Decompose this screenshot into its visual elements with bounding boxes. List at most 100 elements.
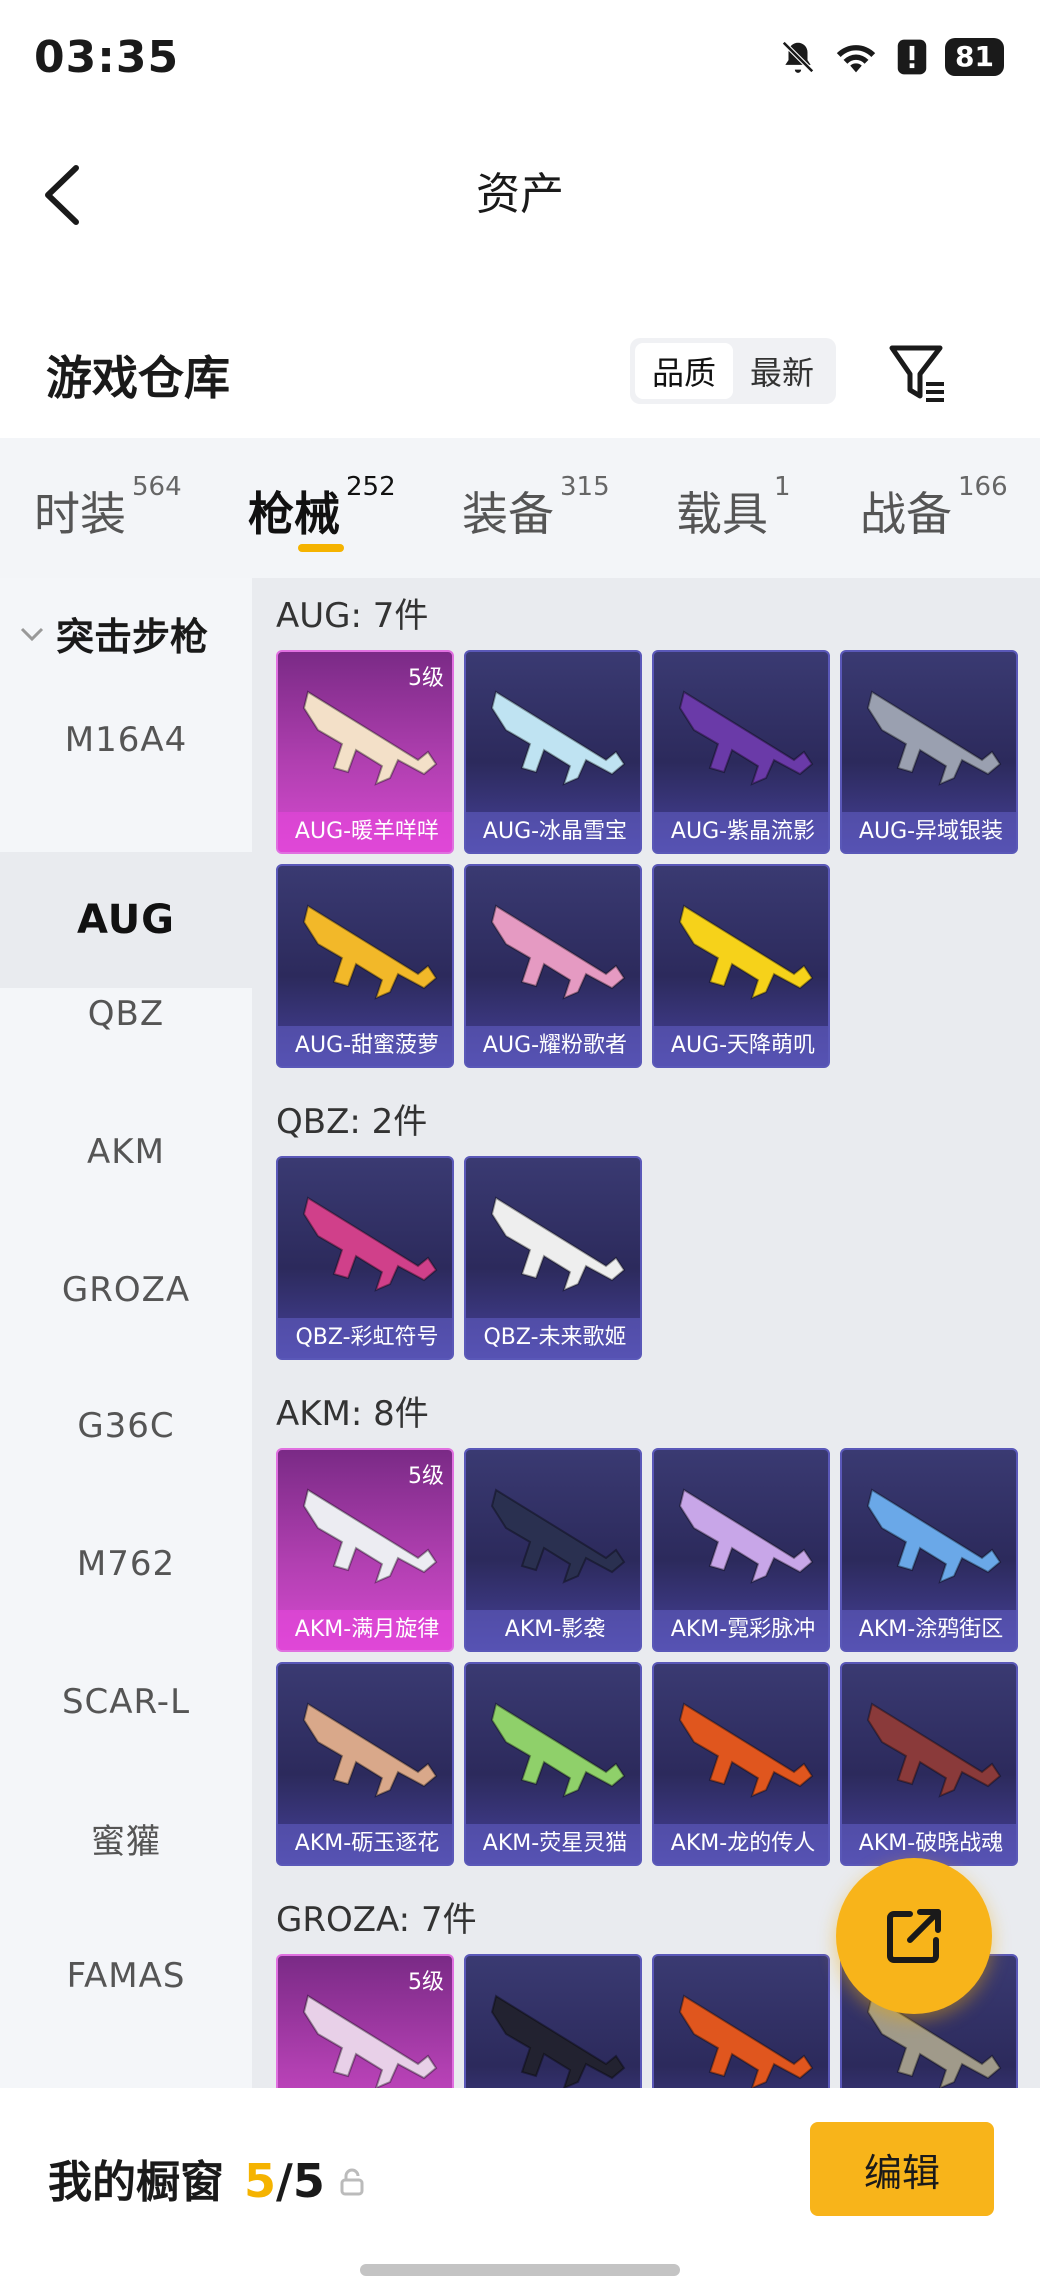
tab-label: 装备 — [462, 487, 554, 541]
sidebar-item-honey-badger[interactable]: 蜜獾 — [0, 1770, 252, 1906]
wifi-icon — [836, 45, 876, 73]
sort-quality-button[interactable]: 品质 — [635, 343, 733, 399]
share-fab-button[interactable] — [836, 1858, 992, 2014]
mute-bell-icon — [782, 41, 814, 73]
lock-icon — [340, 2168, 364, 2196]
filter-icon[interactable] — [888, 340, 948, 404]
weapon-name: AKM-满月旋律 — [278, 1610, 452, 1650]
weapon-name: AKM-龙的传人 — [654, 1824, 828, 1864]
rifle-icon — [302, 904, 438, 1000]
rifle-icon — [490, 904, 626, 1000]
rifle-icon — [490, 1702, 626, 1798]
battery-indicator: 81 — [945, 38, 1004, 76]
category-tabs: 时装 564 枪械 252 装备 315 载具 1 战备 166 — [0, 438, 1040, 578]
weapon-card[interactable]: AKM-涂鸦街区 — [840, 1448, 1018, 1652]
weapon-card[interactable]: 5级 — [276, 1954, 454, 2088]
tab-vehicles[interactable]: 载具 1 — [676, 472, 791, 544]
weapon-sidebar: 突击步枪 M16A4 AUG QBZ AKM GROZA G36C M762 S… — [0, 578, 252, 2088]
rifle-icon — [866, 690, 1002, 786]
rifle-icon — [678, 1488, 814, 1584]
tab-fashion[interactable]: 时装 564 — [34, 472, 182, 544]
rifle-icon — [866, 1488, 1002, 1584]
weapon-card[interactable]: QBZ-未来歌姬 — [464, 1156, 642, 1360]
weapon-name: AUG-耀粉歌者 — [466, 1026, 640, 1066]
weapon-name: AUG-冰晶雪宝 — [466, 812, 640, 852]
page-title: 资产 — [476, 169, 564, 220]
showcase-title: 我的橱窗 — [48, 2157, 224, 2208]
sidebar-item-groza[interactable]: GROZA — [0, 1222, 252, 1358]
tab-supplies[interactable]: 战备 166 — [860, 472, 1008, 544]
sidebar-item-m762[interactable]: M762 — [0, 1496, 252, 1632]
sidebar-category-label: 突击步枪 — [56, 615, 209, 659]
weapon-name: AUG-天降萌叽 — [654, 1026, 828, 1066]
tab-label: 载具 — [676, 487, 768, 541]
rifle-icon — [490, 1488, 626, 1584]
weapon-card[interactable]: AUG-甜蜜菠萝 — [276, 864, 454, 1068]
group-title: GROZA: 7件 — [276, 1900, 477, 1940]
weapon-card[interactable]: AKM-霓彩脉冲 — [652, 1448, 830, 1652]
share-icon — [887, 1909, 941, 1963]
sidebar-item-scar-l[interactable]: SCAR-L — [0, 1634, 252, 1770]
sort-toggle: 品质 最新 — [630, 338, 836, 404]
weapon-name: AUG-异域银装 — [842, 812, 1016, 852]
rifle-icon — [490, 1994, 626, 2088]
weapon-card[interactable]: AUG-天降萌叽 — [652, 864, 830, 1068]
active-tab-indicator — [298, 544, 344, 552]
weapon-name: AKM-破晓战魂 — [842, 1824, 1016, 1864]
rifle-icon — [678, 1994, 814, 2088]
sidebar-item-akm[interactable]: AKM — [0, 1084, 252, 1220]
weapon-card[interactable]: QBZ-彩虹符号 — [276, 1156, 454, 1360]
status-bar: 03:35 81 — [0, 0, 1040, 120]
weapon-name: QBZ-未来歌姬 — [466, 1318, 640, 1358]
weapon-card[interactable]: AUG-紫晶流影 — [652, 650, 830, 854]
home-indicator[interactable] — [360, 2264, 680, 2276]
weapon-card[interactable]: 5级 AKM-满月旋律 — [276, 1448, 454, 1652]
sort-newest-button[interactable]: 最新 — [733, 343, 831, 399]
level-badge: 5级 — [408, 1970, 444, 1995]
tab-equipment[interactable]: 装备 315 — [462, 472, 610, 544]
tab-count: 1 — [774, 472, 791, 502]
showcase-info: 我的橱窗 5/5 — [48, 2146, 365, 2210]
showcase-count-total: /5 — [276, 2154, 325, 2208]
weapon-card[interactable]: AKM-荧星灵猫 — [464, 1662, 642, 1866]
weapon-name: AUG-暖羊咩咩 — [278, 812, 452, 852]
warehouse-header: 游戏仓库 品质 最新 — [0, 320, 1040, 440]
tab-firearms[interactable]: 枪械 252 — [248, 472, 396, 544]
weapon-name: QBZ-彩虹符号 — [278, 1318, 452, 1358]
tab-count: 564 — [132, 472, 182, 502]
weapon-name: AKM-影袭 — [466, 1610, 640, 1650]
showcase-count: 5/5 — [244, 2154, 365, 2208]
weapon-name: AKM-涂鸦街区 — [842, 1610, 1016, 1650]
weapon-card[interactable]: 5级 AUG-暖羊咩咩 — [276, 650, 454, 854]
weapon-card[interactable]: AKM-砺玉逐花 — [276, 1662, 454, 1866]
sidebar-category-assault-rifle[interactable]: 突击步枪 — [18, 606, 208, 661]
level-badge: 5级 — [408, 1464, 444, 1489]
weapon-card[interactable]: AKM-影袭 — [464, 1448, 642, 1652]
level-badge: 5级 — [408, 666, 444, 691]
weapon-card[interactable]: AKM-龙的传人 — [652, 1662, 830, 1866]
status-icons: 81 — [779, 38, 1004, 76]
sidebar-item-famas[interactable]: FAMAS — [0, 1908, 252, 2044]
rifle-icon — [302, 1196, 438, 1292]
weapon-name: AUG-紫晶流影 — [654, 812, 828, 852]
tab-label: 时装 — [34, 487, 126, 541]
weapon-card[interactable]: AUG-耀粉歌者 — [464, 864, 642, 1068]
tab-count: 252 — [346, 472, 396, 502]
weapon-card[interactable]: AKM-破晓战魂 — [840, 1662, 1018, 1866]
chevron-down-icon — [20, 627, 44, 641]
edit-button[interactable]: 编辑 — [810, 2122, 994, 2216]
sidebar-item-g36c[interactable]: G36C — [0, 1358, 252, 1494]
weapon-card[interactable]: AUG-异域银装 — [840, 650, 1018, 854]
weapon-card[interactable] — [464, 1954, 642, 2088]
weapon-card[interactable] — [652, 1954, 830, 2088]
weapon-name: AKM-霓彩脉冲 — [654, 1610, 828, 1650]
sidebar-item-m16a4[interactable]: M16A4 — [0, 672, 252, 808]
weapon-name: AKM-荧星灵猫 — [466, 1824, 640, 1864]
group-title: QBZ: 2件 — [276, 1102, 428, 1142]
weapon-card[interactable]: AUG-冰晶雪宝 — [464, 650, 642, 854]
tab-label: 枪械 — [248, 487, 340, 541]
warehouse-title: 游戏仓库 — [46, 351, 230, 405]
sidebar-item-qbz[interactable]: QBZ — [0, 946, 252, 1082]
alert-icon — [897, 39, 927, 75]
showcase-bar: 我的橱窗 5/5 编辑 — [0, 2088, 1040, 2295]
